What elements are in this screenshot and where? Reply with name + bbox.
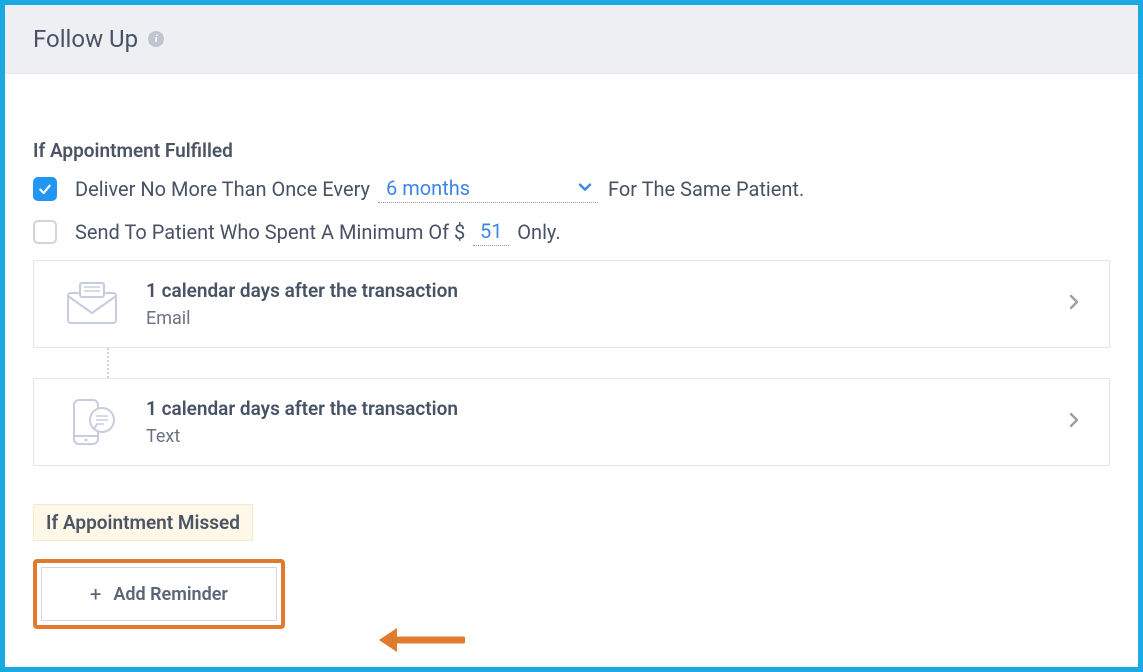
- reminder-type: Email: [146, 308, 1069, 329]
- deliver-suffix: For The Same Patient.: [608, 177, 804, 201]
- chevron-right-icon: [1069, 412, 1079, 433]
- plus-icon: +: [90, 582, 101, 606]
- section-missed-highlight: If Appointment Missed: [33, 504, 253, 541]
- chevron-down-icon: [578, 174, 592, 198]
- phone-text-icon: [64, 397, 120, 447]
- spend-suffix: Only.: [517, 220, 560, 244]
- add-reminder-label: Add Reminder: [113, 584, 228, 605]
- info-icon[interactable]: i: [148, 31, 164, 47]
- timeline-connector: [107, 348, 109, 378]
- deliver-prefix: Deliver No More Than Once Every: [75, 177, 370, 201]
- add-reminder-highlight: + Add Reminder: [33, 559, 285, 629]
- email-icon: [64, 279, 120, 329]
- reminder-title: 1 calendar days after the transaction: [146, 279, 1069, 302]
- interval-dropdown[interactable]: 6 months: [378, 174, 598, 203]
- reminder-title: 1 calendar days after the transaction: [146, 397, 1069, 420]
- add-reminder-button[interactable]: + Add Reminder: [41, 567, 277, 621]
- deliver-frequency-checkbox[interactable]: [33, 177, 57, 201]
- reminder-card-email[interactable]: 1 calendar days after the transaction Em…: [33, 260, 1110, 348]
- reminder-card-text[interactable]: 1 calendar days after the transaction Te…: [33, 378, 1110, 466]
- page-header: Follow Up i: [5, 5, 1138, 74]
- deliver-frequency-row: Deliver No More Than Once Every 6 months…: [33, 174, 1110, 203]
- annotation-arrow-icon: [375, 620, 465, 664]
- reminder-type: Text: [146, 426, 1069, 447]
- interval-value: 6 months: [386, 176, 470, 200]
- section-missed-label: If Appointment Missed: [46, 511, 240, 534]
- minimum-spend-row: Send To Patient Who Spent A Minimum Of $…: [33, 217, 1110, 246]
- page-title: Follow Up: [33, 25, 138, 53]
- checkmark-icon: [37, 181, 53, 197]
- spend-prefix: Send To Patient Who Spent A Minimum Of $: [75, 220, 465, 244]
- section-fulfilled-label: If Appointment Fulfilled: [33, 139, 1110, 162]
- chevron-right-icon: [1069, 294, 1079, 315]
- minimum-spend-input[interactable]: 51: [473, 217, 509, 246]
- minimum-spend-checkbox[interactable]: [33, 220, 57, 244]
